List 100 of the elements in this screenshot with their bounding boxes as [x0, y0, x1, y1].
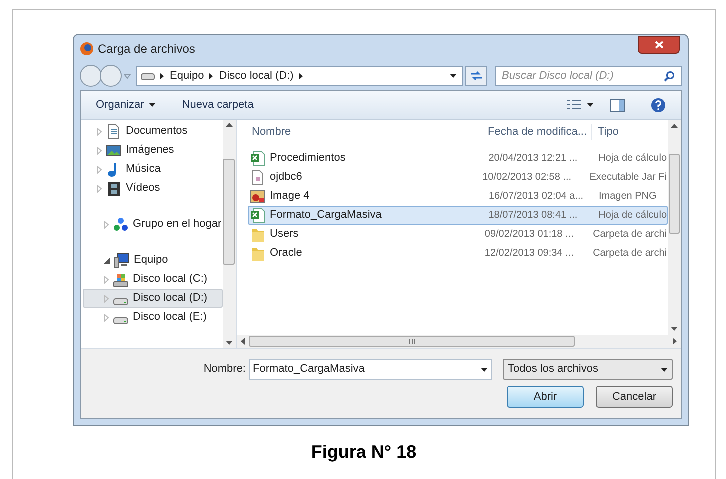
file-row[interactable]: Procedimientos 20/04/2013 12:21 ... Hoja de cálculo: [248, 149, 668, 168]
file-date: 10/02/2013 02:58 ...: [482, 171, 573, 185]
caret-icon: [587, 103, 594, 107]
search-field[interactable]: Buscar Disco local (D:): [495, 66, 682, 86]
collapsed-triangle-icon[interactable]: [97, 146, 102, 154]
tree-item[interactable]: Música: [83, 160, 223, 179]
scroll-down-icon[interactable]: [226, 341, 233, 345]
caret-icon: [450, 74, 457, 78]
tree-label: Música: [126, 162, 161, 178]
collapsed-triangle-icon[interactable]: [104, 276, 109, 284]
tree-item[interactable]: Vídeos: [83, 179, 223, 198]
tree-item[interactable]: Disco local (E:): [83, 308, 223, 327]
browser-logo-icon: [80, 42, 94, 56]
file-type: Executable Jar Fi: [588, 171, 667, 185]
tree-label: Imágenes: [126, 143, 174, 158]
tree-item[interactable]: Disco local (D:): [83, 289, 223, 308]
tree-item[interactable]: Equipo: [83, 251, 223, 270]
refresh-button[interactable]: [465, 66, 487, 86]
help-icon[interactable]: [651, 98, 666, 112]
tree-label: Vídeos: [126, 181, 160, 196]
file-row[interactable]: Users 09/02/2013 01:18 ... Carpeta de archi: [248, 225, 668, 244]
horizontal-scrollbar[interactable]: [237, 335, 681, 348]
tree-label: Disco local (D:): [133, 291, 208, 306]
tree-item[interactable]: Documentos: [83, 122, 223, 141]
column-header[interactable]: Nombre: [248, 124, 484, 140]
tree-label: Equipo: [134, 253, 168, 268]
image-file-icon: [250, 188, 266, 204]
film-icon: [106, 180, 122, 196]
tree-label: Disco local (C:): [133, 272, 208, 288]
collapsed-triangle-icon[interactable]: [104, 220, 109, 228]
scroll-left-icon[interactable]: [241, 338, 245, 345]
file-row[interactable]: Formato_CargaMasiva 18/07/2013 08:41 ... Hoja de cálculo: [248, 206, 668, 225]
toolbar-button[interactable]: Organizar: [96, 96, 156, 114]
arrow-icon: [298, 72, 303, 80]
tree-item[interactable]: Disco local (C:): [83, 270, 223, 289]
dialog-button[interactable]: Abrir: [507, 386, 584, 408]
filename-field[interactable]: Formato_CargaMasiva: [249, 359, 492, 380]
tree-item[interactable]: Grupo en el hogar: [83, 215, 223, 234]
grip-icon: [408, 339, 416, 344]
scrollbar-thumb[interactable]: [223, 159, 236, 265]
address-bar[interactable]: Equipo Disco local (D:): [136, 66, 463, 86]
expanded-triangle-icon[interactable]: [104, 258, 110, 264]
tree-label: Disco local (E:): [133, 310, 207, 326]
window-title: Carga de archivos: [98, 40, 196, 58]
folder-icon: [250, 246, 266, 262]
scroll-up-icon[interactable]: [671, 124, 678, 128]
back-button[interactable]: [80, 65, 102, 87]
breadcrumb-item[interactable]: Disco local (D:): [219, 68, 294, 84]
file-type-dropdown[interactable]: Todos los archivos: [503, 359, 673, 380]
close-button[interactable]: [638, 36, 680, 54]
tree-label: Documentos: [126, 124, 188, 140]
collapsed-triangle-icon[interactable]: [104, 314, 109, 322]
scroll-up-icon[interactable]: [226, 123, 233, 127]
view-button[interactable]: [567, 100, 594, 110]
file-row[interactable]: Oracle 12/02/2013 09:34 ... Carpeta de archi: [248, 244, 668, 263]
file-date: 16/07/2013 02:04 a...: [488, 190, 585, 204]
arrow-icon: [209, 72, 214, 80]
breadcrumb-item[interactable]: Equipo: [170, 68, 204, 84]
drive-icon: [141, 71, 155, 81]
file-name: Oracle: [270, 246, 302, 262]
file-icon: [250, 170, 266, 186]
file-row[interactable]: ojdbc6 10/02/2013 02:58 ... Executable Jar Fi: [248, 168, 668, 187]
caret-icon: [149, 103, 156, 107]
dialog-button[interactable]: Cancelar: [596, 386, 673, 408]
pictures-icon: [106, 142, 122, 158]
forward-button[interactable]: [100, 65, 122, 87]
collapsed-triangle-icon[interactable]: [97, 166, 102, 174]
folder-icon: [250, 226, 266, 242]
toolbar-button[interactable]: Nueva carpeta: [182, 96, 254, 114]
search-input[interactable]: Buscar Disco local (D:): [502, 68, 664, 84]
vertical-scrollbar[interactable]: [222, 120, 236, 348]
filename-input[interactable]: Formato_CargaMasiva: [253, 361, 481, 378]
dropdown-caret-icon: [661, 368, 668, 372]
tree-item[interactable]: Imágenes: [83, 141, 223, 160]
history-caret-icon[interactable]: [124, 74, 131, 78]
figure-caption: Figura N° 18: [311, 441, 417, 464]
list-view-icon: [567, 100, 581, 110]
file-row[interactable]: Image 4 16/07/2013 02:04 a... Imagen PNG: [248, 187, 668, 206]
collapsed-triangle-icon[interactable]: [97, 128, 102, 136]
document-icon: [106, 124, 122, 140]
file-name: Procedimientos: [270, 151, 346, 166]
collapsed-triangle-icon[interactable]: [97, 184, 102, 192]
refresh-icon: [470, 71, 482, 81]
tree-label: Grupo en el hogar: [133, 217, 222, 232]
column-header[interactable]: Tipo: [592, 124, 668, 140]
scroll-right-icon[interactable]: [673, 338, 677, 345]
vertical-scrollbar[interactable]: [668, 120, 681, 335]
search-icon: [664, 70, 675, 82]
file-date: 18/07/2013 08:41 ...: [488, 209, 579, 223]
preview-pane-icon[interactable]: [610, 98, 625, 112]
scrollbar-thumb[interactable]: [249, 336, 575, 347]
scrollbar-thumb[interactable]: [669, 154, 680, 234]
column-header[interactable]: Fecha de modifica...: [484, 124, 592, 140]
file-name: Formato_CargaMasiva: [270, 208, 382, 224]
homegroup-icon: [113, 216, 129, 232]
file-type: Hoja de cálculo: [598, 209, 667, 223]
scroll-down-icon[interactable]: [671, 327, 678, 331]
drive-icon: [113, 298, 129, 306]
file-type-value: Todos los archivos: [508, 362, 598, 378]
collapsed-triangle-icon[interactable]: [104, 294, 109, 302]
